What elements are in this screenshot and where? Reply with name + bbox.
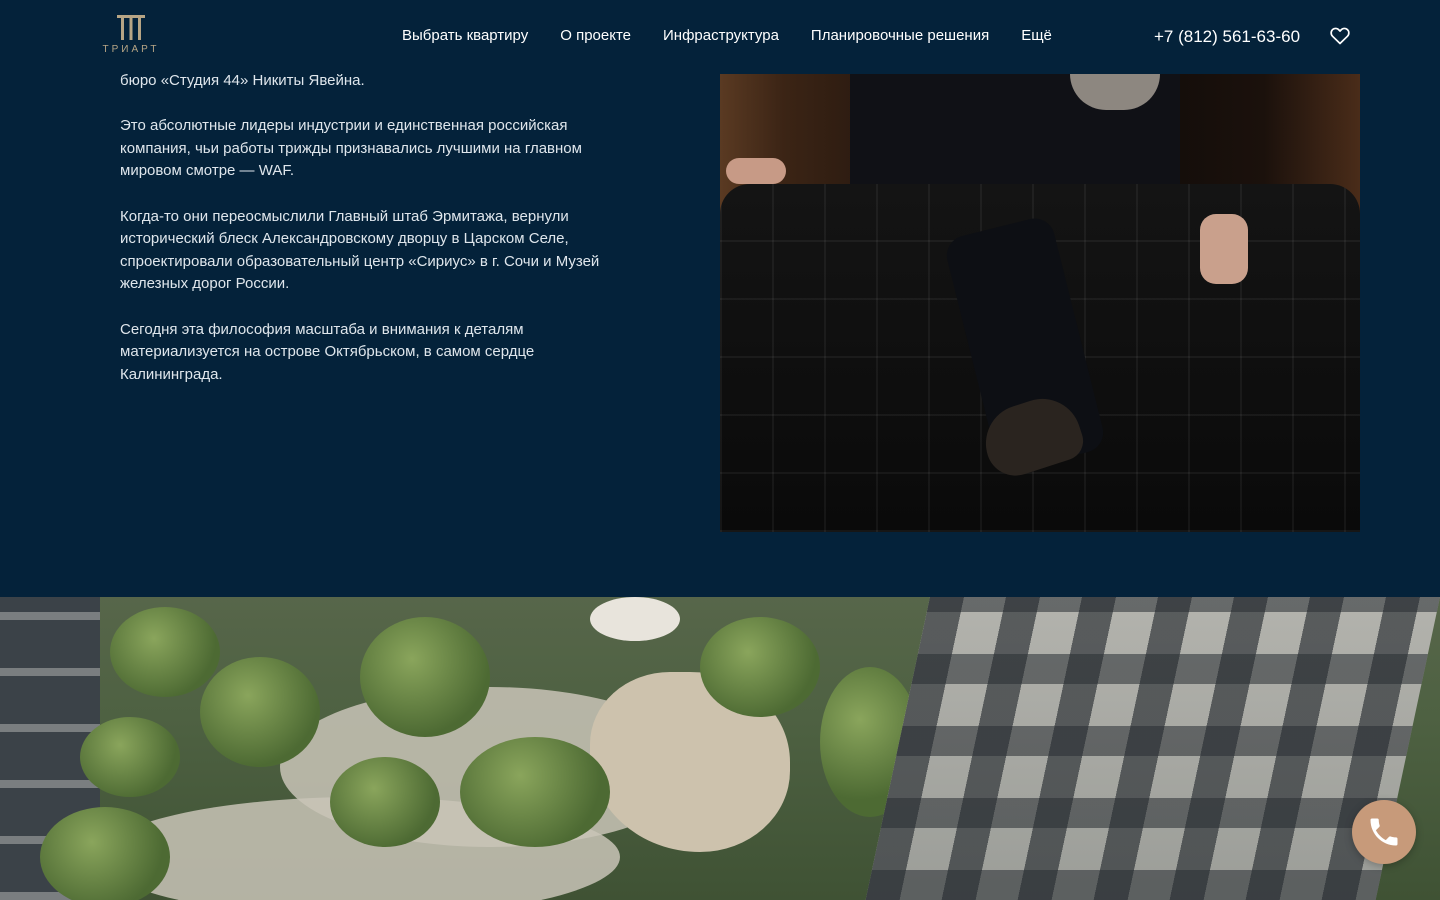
tree	[360, 617, 490, 737]
nav-item-choose-apartment[interactable]: Выбрать квартиру	[402, 27, 528, 44]
studio-description: бюро «Студия 44» Никиты Явейна. Это абсо…	[120, 70, 640, 409]
courtyard-aerial-image	[0, 597, 1440, 900]
architect-portrait-photo	[720, 74, 1360, 532]
paragraph-kaliningrad: Сегодня эта философия масштаба и внимани…	[120, 320, 535, 383]
round-canopy	[590, 597, 680, 641]
tree	[460, 737, 610, 847]
tree	[330, 757, 440, 847]
building-right	[865, 597, 1440, 900]
tree	[110, 607, 220, 697]
nav-item-layouts[interactable]: Планировочные решения	[811, 27, 989, 44]
paragraph-projects: Когда-то они переосмыслили Главный штаб …	[120, 207, 600, 293]
main-nav: Выбрать квартиру О проекте Инфраструктур…	[402, 27, 1084, 44]
phone-icon	[1370, 818, 1398, 846]
nav-item-infrastructure[interactable]: Инфраструктура	[663, 27, 779, 44]
portrait-left-hand	[726, 158, 786, 184]
paragraph-leaders: Это абсолютные лидеры индустрии и единст…	[120, 117, 582, 180]
tree	[40, 807, 170, 900]
portrait-right-hand	[1200, 214, 1248, 284]
nav-item-about[interactable]: О проекте	[560, 27, 631, 44]
site-header: ТРИАРТ Выбрать квартиру О проекте Инфрас…	[0, 0, 1440, 74]
logo-text: ТРИАРТ	[102, 44, 160, 55]
call-button[interactable]	[1352, 800, 1416, 864]
tree	[80, 717, 180, 797]
brand-logo[interactable]: ТРИАРТ	[102, 14, 160, 60]
tree	[200, 657, 320, 767]
tree	[700, 617, 820, 717]
heart-icon[interactable]	[1330, 27, 1350, 45]
nav-item-more[interactable]: Ещё	[1021, 27, 1052, 44]
header-phone-link[interactable]: +7 (812) 561-63-60	[1154, 27, 1300, 47]
logo-mark-icon	[117, 15, 145, 40]
